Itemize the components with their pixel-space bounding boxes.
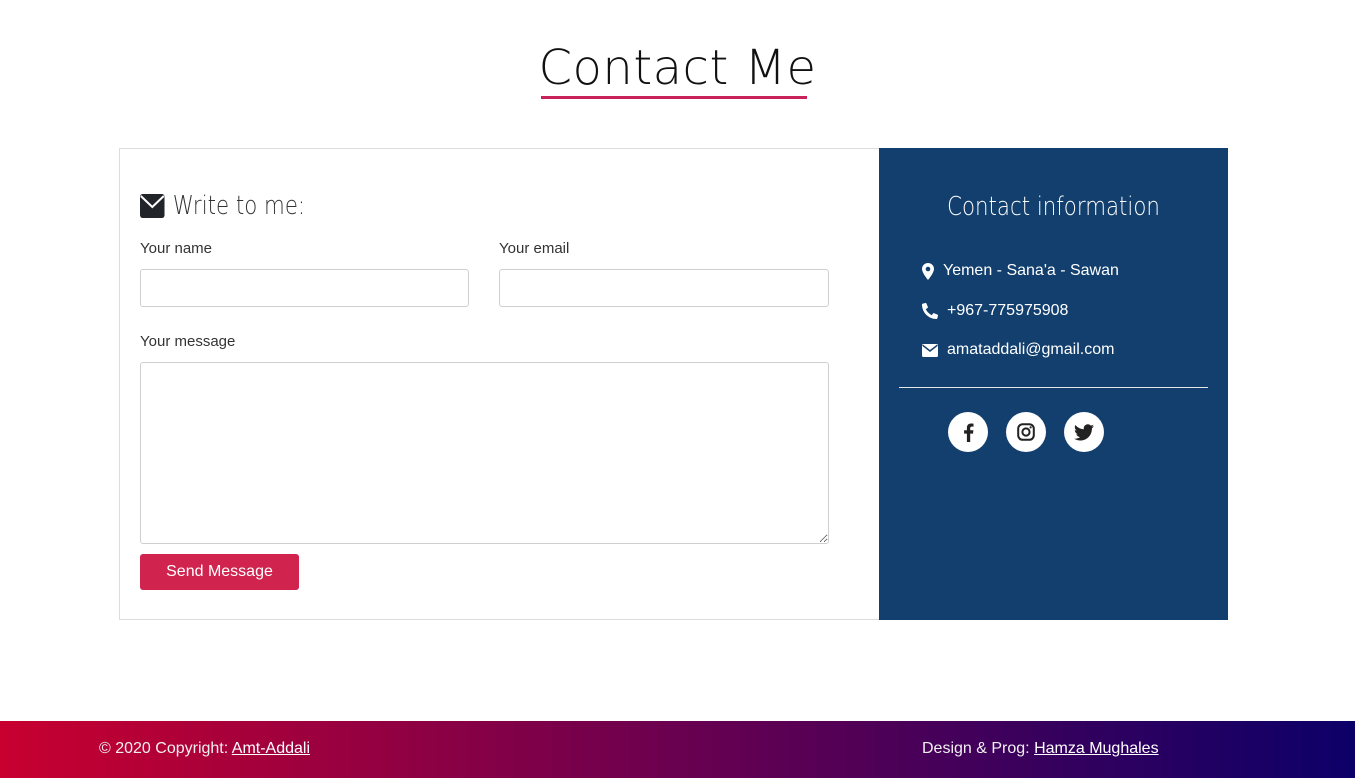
map-marker-icon bbox=[922, 262, 934, 280]
phone-icon bbox=[922, 303, 938, 319]
message-label: Your message bbox=[140, 333, 236, 350]
twitter-icon bbox=[1074, 423, 1094, 440]
instagram-link[interactable] bbox=[1006, 412, 1046, 452]
footer: © 2020 Copyright: Amt-Addali Design & Pr… bbox=[0, 721, 1355, 778]
envelope-icon bbox=[140, 194, 165, 218]
message-textarea[interactable] bbox=[140, 362, 829, 544]
email-input[interactable] bbox=[499, 269, 829, 307]
phone-row: +967-775975908 bbox=[922, 302, 1068, 320]
envelope-icon bbox=[922, 343, 938, 357]
credit-link[interactable]: Hamza Mughales bbox=[1034, 740, 1159, 757]
instagram-icon bbox=[1017, 423, 1035, 441]
address-row: Yemen - Sana'a - Sawan bbox=[922, 262, 1119, 280]
phone-text: +967-775975908 bbox=[947, 302, 1069, 319]
name-input[interactable] bbox=[140, 269, 469, 307]
credit: Design & Prog: Hamza Mughales bbox=[922, 740, 1159, 758]
address-text: Yemen - Sana'a - Sawan bbox=[943, 262, 1119, 279]
copyright-prefix: © 2020 Copyright: bbox=[99, 740, 232, 757]
email-label: Your email bbox=[499, 240, 570, 257]
page-title: Contact Me bbox=[538, 40, 817, 96]
form-heading-text: Write to me: bbox=[172, 191, 306, 221]
copyright-link[interactable]: Amt-Addali bbox=[232, 740, 310, 757]
email-row: amataddali@gmail.com bbox=[922, 341, 1114, 359]
facebook-icon bbox=[963, 423, 973, 442]
email-text: amataddali@gmail.com bbox=[947, 341, 1115, 358]
contact-card: Write to me: Your name Your email Your m… bbox=[119, 148, 1228, 620]
title-underline bbox=[541, 96, 807, 99]
copyright: © 2020 Copyright: Amt-Addali bbox=[99, 740, 310, 758]
info-title: Contact information bbox=[947, 192, 1160, 222]
form-heading: Write to me: bbox=[140, 191, 305, 221]
contact-info-panel: Contact information Yemen - Sana'a - Saw… bbox=[879, 148, 1228, 620]
contact-form: Write to me: Your name Your email Your m… bbox=[140, 149, 830, 619]
credit-prefix: Design & Prog: bbox=[922, 740, 1035, 757]
twitter-link[interactable] bbox=[1064, 412, 1104, 452]
facebook-link[interactable] bbox=[948, 412, 988, 452]
info-divider bbox=[899, 387, 1208, 388]
send-message-button[interactable]: Send Message bbox=[140, 554, 299, 590]
name-label: Your name bbox=[140, 240, 212, 257]
